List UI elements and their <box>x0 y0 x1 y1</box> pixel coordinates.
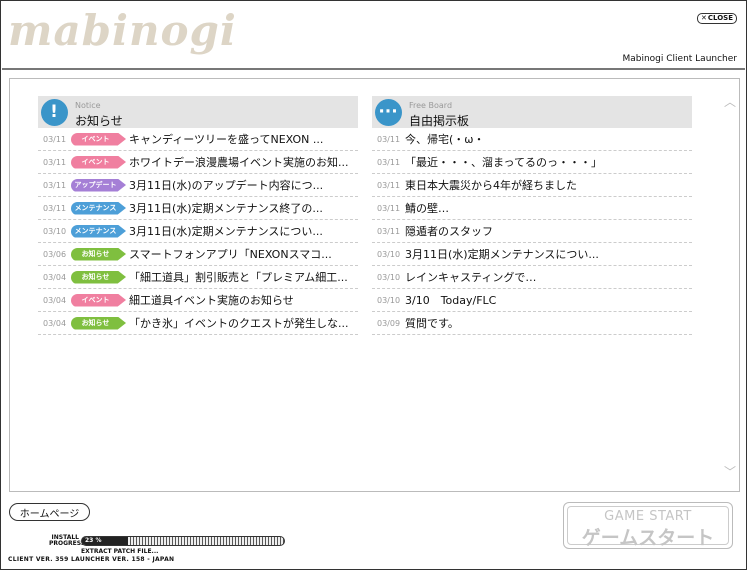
header: mabinogi ✕ CLOSE Mabinogi Client Launche… <box>2 2 745 70</box>
notice-date: 03/04 <box>43 295 67 305</box>
news-area: ! Notice お知らせ 03/11 イベント キャンディーツリーを盛ってNEXO… <box>9 78 740 492</box>
board-row[interactable]: 03/11 「最近・・・、溜まってるのっ・・・」 <box>372 151 692 174</box>
board-row[interactable]: 03/11 今、帰宅(・ω・ <box>372 128 692 151</box>
close-label: CLOSE <box>707 14 733 22</box>
mabinogi-logo: mabinogi <box>8 6 237 55</box>
chevron-up-icon[interactable]: ︿ <box>724 96 736 108</box>
board-header: ··· Free Board 自由掲示板 <box>372 96 692 128</box>
board-row[interactable]: 03/09 質問です。 <box>372 312 692 335</box>
board-title-link[interactable]: 質問です。 <box>405 315 459 331</box>
notice-title-link[interactable]: 細工道具イベント実施のお知らせ <box>129 292 294 308</box>
exclamation-icon: ! <box>38 96 70 128</box>
notice-row[interactable]: 03/11 メンテナンス 3月11日(水)定期メンテナンス終了の... <box>38 197 358 220</box>
game-start-button[interactable]: GAME START ゲームスタート <box>563 502 733 549</box>
notice-row[interactable]: 03/04 イベント 細工道具イベント実施のお知らせ <box>38 289 358 312</box>
category-badge: メンテナンス <box>71 201 126 215</box>
notice-title-link[interactable]: キャンディーツリーを盛ってNEXON ... <box>129 131 323 147</box>
launcher-title: Mabinogi Client Launcher <box>622 54 737 64</box>
notice-date: 03/11 <box>43 157 67 167</box>
notice-row[interactable]: 03/04 お知らせ 「かき氷」イベントのクエストが発生しな... <box>38 312 358 335</box>
notice-panel: ! Notice お知らせ 03/11 イベント キャンディーツリーを盛ってNEXO… <box>38 96 358 335</box>
notice-row[interactable]: 03/04 お知らせ 「細工道具」割引販売と「プレミアム細工... <box>38 266 358 289</box>
board-date: 03/11 <box>377 157 401 167</box>
launcher-window: mabinogi ✕ CLOSE Mabinogi Client Launche… <box>0 0 747 570</box>
board-title-link[interactable]: 3/10 Today/FLC <box>405 292 496 308</box>
category-badge: イベント <box>71 155 126 169</box>
board-date: 03/11 <box>377 203 401 213</box>
board-row[interactable]: 03/10 3/10 Today/FLC <box>372 289 692 312</box>
board-title-link[interactable]: レインキャスティングで… <box>405 269 536 285</box>
notice-title: お知らせ <box>75 114 123 128</box>
extract-status: EXTRACT PATCH FILE... <box>81 548 159 555</box>
category-badge: イベント <box>71 132 126 146</box>
speech-bubble-icon: ··· <box>372 96 404 128</box>
notice-list: 03/11 イベント キャンディーツリーを盛ってNEXON ... 03/11 イベント… <box>38 128 358 335</box>
board-date: 03/11 <box>377 226 401 236</box>
notice-date: 03/11 <box>43 203 67 213</box>
board-title-link[interactable]: 「最近・・・、溜まってるのっ・・・」 <box>405 154 602 170</box>
board-title-link[interactable]: 今、帰宅(・ω・ <box>405 131 485 147</box>
notice-title-link[interactable]: 3月11日(水)定期メンテナンス終了の... <box>129 200 323 216</box>
board-row[interactable]: 03/11 東日本大震災から4年が経ちました <box>372 174 692 197</box>
category-badge: お知らせ <box>71 247 126 261</box>
board-row[interactable]: 03/11 隠遁者のスタッフ <box>372 220 692 243</box>
notice-title-link[interactable]: ホワイトデー浪漫農場イベント実施のお知... <box>129 154 349 170</box>
notice-title-link[interactable]: 「かき氷」イベントのクエストが発生しな... <box>129 315 349 331</box>
notice-row[interactable]: 03/11 イベント ホワイトデー浪漫農場イベント実施のお知... <box>38 151 358 174</box>
game-start-jp-label: ゲームスタート <box>581 527 715 549</box>
notice-header: ! Notice お知らせ <box>38 96 358 128</box>
board-panel: ··· Free Board 自由掲示板 03/11 今、帰宅(・ω・ 03/11 「… <box>372 96 692 335</box>
notice-row[interactable]: 03/06 お知らせ スマートフォンアプリ「NEXONスマコ... <box>38 243 358 266</box>
notice-title-link[interactable]: 3月11日(水)のアップデート内容につ... <box>129 177 323 193</box>
board-row[interactable]: 03/11 鯖の壁… <box>372 197 692 220</box>
category-badge: メンテナンス <box>71 224 126 238</box>
category-badge: お知らせ <box>71 270 126 284</box>
board-date: 03/10 <box>377 272 401 282</box>
board-title-link[interactable]: 3月11日(水)定期メンテナンスについ... <box>405 246 599 262</box>
board-title-link[interactable]: 東日本大震災から4年が経ちました <box>405 177 577 193</box>
version-info: CLIENT VER. 359 LAUNCHER VER. 158 - JAPA… <box>8 556 175 563</box>
board-date: 03/11 <box>377 134 401 144</box>
notice-row[interactable]: 03/11 イベント キャンディーツリーを盛ってNEXON ... <box>38 128 358 151</box>
board-title-link[interactable]: 鯖の壁… <box>405 200 449 216</box>
notice-date: 03/04 <box>43 272 67 282</box>
category-badge: お知らせ <box>71 316 126 330</box>
progress-text: 23 % <box>85 537 102 544</box>
scrollbar[interactable]: ︿ ﹀ <box>720 79 739 491</box>
close-icon: ✕ <box>701 14 707 22</box>
notice-date: 03/06 <box>43 249 67 259</box>
notice-date: 03/11 <box>43 134 67 144</box>
category-badge: アップデート <box>71 178 126 192</box>
notice-date: 03/11 <box>43 180 67 190</box>
board-date: 03/09 <box>377 318 401 328</box>
board-date: 03/10 <box>377 249 401 259</box>
progress-bar: 23 % <box>81 536 285 546</box>
board-date: 03/10 <box>377 295 401 305</box>
notice-date: 03/04 <box>43 318 67 328</box>
board-date: 03/11 <box>377 180 401 190</box>
close-button[interactable]: ✕ CLOSE <box>697 13 737 24</box>
notice-row[interactable]: 03/10 メンテナンス 3月11日(水)定期メンテナンスについ... <box>38 220 358 243</box>
notice-date: 03/10 <box>43 226 67 236</box>
homepage-button[interactable]: ホームページ <box>9 503 90 521</box>
category-badge: イベント <box>71 293 126 307</box>
notice-row[interactable]: 03/11 アップデート 3月11日(水)のアップデート内容につ... <box>38 174 358 197</box>
install-progress-label: INSTALL PROGRESS <box>49 534 86 547</box>
notice-title-link[interactable]: スマートフォンアプリ「NEXONスマコ... <box>129 246 332 262</box>
notice-title-link[interactable]: 3月11日(水)定期メンテナンスについ... <box>129 223 323 239</box>
notice-eng-label: Notice <box>75 101 101 110</box>
game-start-eng-label: GAME START <box>604 509 692 524</box>
board-title-link[interactable]: 隠遁者のスタッフ <box>405 223 493 239</box>
board-row[interactable]: 03/10 レインキャスティングで… <box>372 266 692 289</box>
chevron-down-icon[interactable]: ﹀ <box>724 466 736 478</box>
board-row[interactable]: 03/10 3月11日(水)定期メンテナンスについ... <box>372 243 692 266</box>
board-title: 自由掲示板 <box>409 114 470 128</box>
board-eng-label: Free Board <box>409 101 453 110</box>
board-list: 03/11 今、帰宅(・ω・ 03/11 「最近・・・、溜まってるのっ・・・」 03/1… <box>372 128 692 335</box>
notice-title-link[interactable]: 「細工道具」割引販売と「プレミアム細工... <box>129 269 348 285</box>
